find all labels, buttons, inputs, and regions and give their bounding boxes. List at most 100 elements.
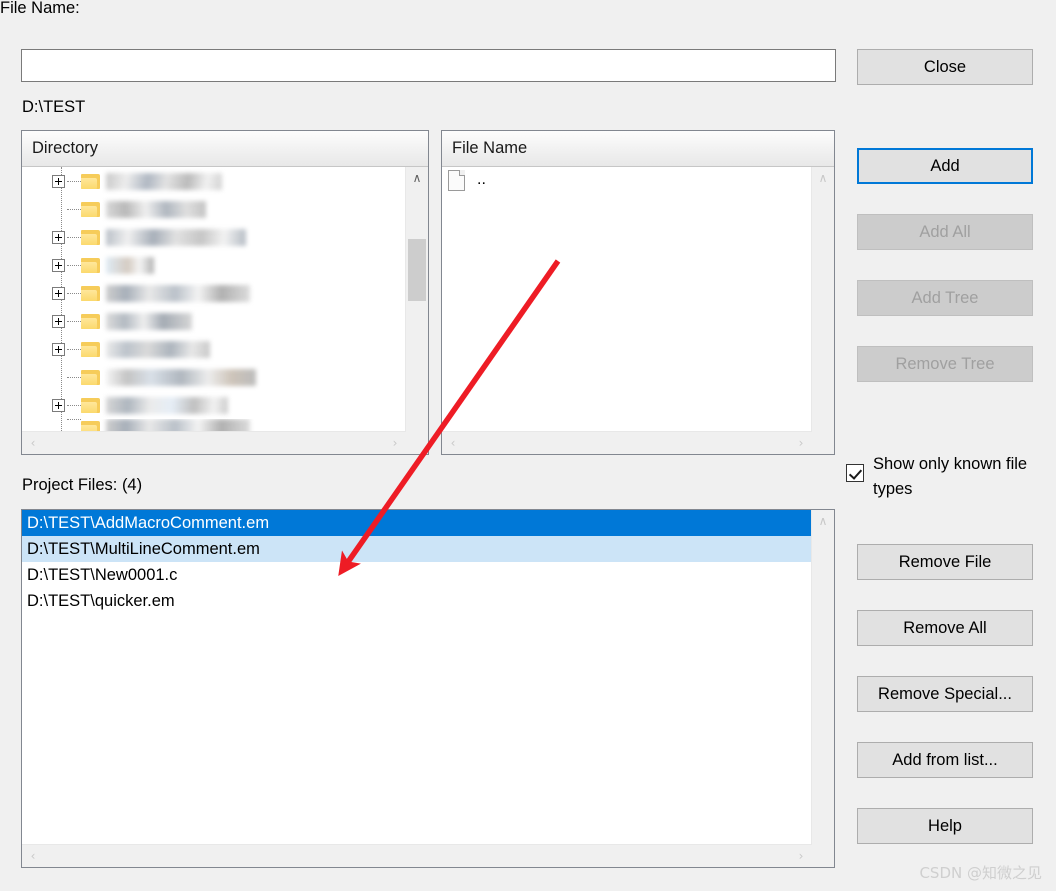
remove-special-button[interactable]: Remove Special... (857, 676, 1033, 712)
scroll-right-icon[interactable]: › (384, 432, 406, 454)
project-files-vertical-scrollbar[interactable]: ∧ ∨ (811, 510, 834, 867)
directory-name-redacted (106, 228, 246, 246)
expand-plus-icon[interactable] (52, 174, 65, 188)
tree-connector-line (67, 292, 81, 294)
directory-tree-row[interactable] (22, 167, 405, 195)
file-list-item[interactable]: .. (442, 167, 811, 193)
file-list-rows[interactable]: .. (442, 167, 811, 431)
directory-panel-body: ∧ ∨ ‹ › (22, 167, 428, 454)
help-button[interactable]: Help (857, 808, 1033, 844)
project-files-scroll-corner (812, 845, 834, 867)
project-files-panel: D:\TEST\AddMacroComment.em D:\TEST\MultiL… (21, 509, 835, 868)
directory-name-redacted (106, 200, 206, 218)
directory-name-redacted (106, 256, 154, 274)
file-list-scroll-corner (812, 432, 834, 454)
expand-plus-icon[interactable] (52, 230, 65, 244)
directory-name-redacted (106, 396, 228, 414)
expand-plus-icon[interactable] (52, 314, 65, 328)
scroll-left-icon[interactable]: ‹ (442, 432, 464, 454)
scroll-up-icon[interactable]: ∧ (812, 510, 834, 532)
add-from-list-button[interactable]: Add from list... (857, 742, 1033, 778)
document-icon (448, 169, 465, 191)
project-file-row[interactable]: D:\TEST\New0001.c (22, 562, 811, 588)
project-files-horizontal-scrollbar[interactable]: ‹ › (22, 844, 812, 867)
show-known-types-label: Show only known file types (873, 455, 1028, 498)
directory-horizontal-scrollbar[interactable]: ‹ › (22, 431, 406, 454)
directory-name-redacted (106, 172, 222, 190)
directory-tree-row[interactable] (22, 391, 405, 419)
expand-plus-icon[interactable] (52, 398, 65, 412)
folder-icon (81, 397, 100, 413)
scroll-left-icon[interactable]: ‹ (22, 845, 44, 867)
file-list-panel-header: File Name (442, 131, 834, 167)
directory-panel-header: Directory (22, 131, 428, 167)
project-files-label: Project Files: (4) (22, 476, 143, 494)
directory-tree-row[interactable] (22, 251, 405, 279)
tree-connector-line (67, 348, 81, 350)
remove-all-button[interactable]: Remove All (857, 610, 1033, 646)
project-file-row[interactable]: D:\TEST\MultiLineComment.em (22, 536, 811, 562)
tree-connector-line (67, 419, 81, 420)
expand-plus-icon[interactable] (52, 258, 65, 272)
folder-icon (81, 369, 100, 385)
tree-connector-line (67, 376, 81, 378)
folder-icon (81, 201, 100, 217)
expand-plus-icon[interactable] (52, 342, 65, 356)
add-all-button[interactable]: Add All (857, 214, 1033, 250)
directory-tree-row[interactable] (22, 307, 405, 335)
folder-icon (81, 257, 100, 273)
folder-icon (81, 285, 100, 301)
directory-tree-row[interactable] (22, 223, 405, 251)
directory-name-redacted (106, 312, 192, 330)
show-known-types-checkbox[interactable] (846, 464, 864, 482)
scroll-left-icon[interactable]: ‹ (22, 432, 44, 454)
add-tree-button[interactable]: Add Tree (857, 280, 1033, 316)
directory-name-redacted (106, 368, 256, 386)
directory-tree-row[interactable] (22, 363, 405, 391)
remove-file-button[interactable]: Remove File (857, 544, 1033, 580)
folder-icon (81, 341, 100, 357)
tree-connector-line (67, 264, 81, 266)
scroll-right-icon[interactable]: › (790, 432, 812, 454)
project-file-row[interactable]: D:\TEST\AddMacroComment.em (22, 510, 811, 536)
directory-name-redacted (106, 284, 250, 302)
directory-tree[interactable] (22, 167, 405, 431)
tree-connector-line (67, 208, 81, 210)
file-list-item-label: .. (477, 171, 486, 188)
project-files-list[interactable]: D:\TEST\AddMacroComment.em D:\TEST\MultiL… (22, 510, 811, 844)
scroll-up-icon[interactable]: ∧ (812, 167, 834, 189)
file-name-label: File Name: (0, 0, 80, 17)
project-file-row[interactable]: D:\TEST\quicker.em (22, 588, 811, 614)
directory-tree-row[interactable] (22, 335, 405, 363)
close-button[interactable]: Close (857, 49, 1033, 85)
tree-connector-line (67, 320, 81, 322)
directory-tree-row[interactable] (22, 419, 405, 431)
show-known-types-checkbox-group[interactable]: Show only known file types (846, 452, 1046, 502)
folder-icon (81, 229, 100, 245)
scroll-right-icon[interactable]: › (790, 845, 812, 867)
directory-tree-row[interactable] (22, 279, 405, 307)
directory-panel: Directory ∧ ∨ ‹ › (21, 130, 429, 455)
tree-connector-line (67, 180, 81, 182)
remove-tree-button[interactable]: Remove Tree (857, 346, 1033, 382)
add-button[interactable]: Add (857, 148, 1033, 184)
file-list-horizontal-scrollbar[interactable]: ‹ › (442, 431, 812, 454)
folder-icon (81, 173, 100, 189)
folder-icon (81, 421, 100, 431)
directory-scroll-corner (406, 432, 428, 454)
tree-connector-line (67, 236, 81, 238)
scroll-up-icon[interactable]: ∧ (406, 167, 428, 189)
directory-name-redacted (106, 340, 210, 358)
expand-plus-icon[interactable] (52, 286, 65, 300)
directory-name-redacted (106, 419, 250, 431)
tree-connector-line (67, 404, 81, 406)
file-list-vertical-scrollbar[interactable]: ∧ ∨ (811, 167, 834, 454)
file-list-panel-body: .. ∧ ∨ ‹ › (442, 167, 834, 454)
directory-vertical-scrollbar[interactable]: ∧ ∨ (405, 167, 428, 454)
file-name-input[interactable] (21, 49, 836, 82)
directory-vscroll-thumb[interactable] (408, 239, 426, 301)
csdn-watermark: CSDN @知微之见 (919, 864, 1042, 882)
directory-tree-row[interactable] (22, 195, 405, 223)
file-list-panel: File Name .. ∧ ∨ ‹ › (441, 130, 835, 455)
folder-icon (81, 313, 100, 329)
